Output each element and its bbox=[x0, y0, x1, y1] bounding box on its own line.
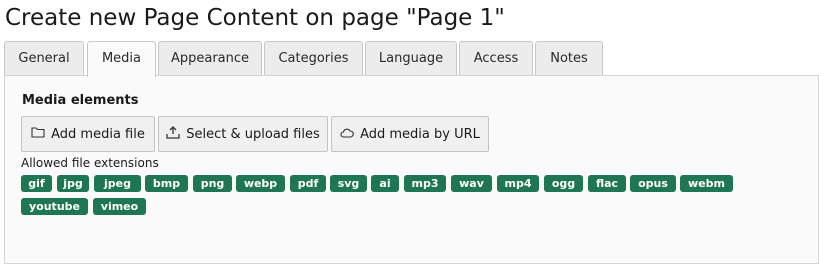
allowed-extensions-label: Allowed file extensions bbox=[21, 156, 159, 170]
tab-media[interactable]: Media bbox=[87, 41, 156, 77]
tab-language[interactable]: Language bbox=[365, 41, 457, 75]
folder-icon bbox=[31, 126, 45, 142]
extension-badge: webm bbox=[680, 175, 733, 192]
media-elements-label: Media elements bbox=[22, 93, 139, 108]
tab-appearance[interactable]: Appearance bbox=[158, 41, 262, 75]
extension-badge: jpg bbox=[57, 175, 89, 192]
upload-icon bbox=[166, 125, 180, 143]
panel-bottom-divider bbox=[4, 263, 819, 264]
extension-badge: wav bbox=[451, 175, 492, 192]
extension-badge: vimeo bbox=[93, 198, 146, 215]
tab-access[interactable]: Access bbox=[459, 41, 533, 75]
extension-badge: jpeg bbox=[94, 175, 141, 192]
extension-badge: gif bbox=[21, 175, 52, 192]
extension-badge: svg bbox=[330, 175, 367, 192]
extension-badge: ogg bbox=[544, 175, 583, 192]
extension-badge: mp3 bbox=[404, 175, 446, 192]
page-title: Create new Page Content on page "Page 1" bbox=[5, 5, 505, 31]
select-upload-files-button[interactable]: Select & upload files bbox=[158, 116, 328, 152]
extension-badge: png bbox=[193, 175, 232, 192]
add-by-url-label: Add media by URL bbox=[360, 126, 480, 142]
extension-badge: opus bbox=[630, 175, 676, 192]
extension-badge: bmp bbox=[145, 175, 188, 192]
cloud-icon bbox=[340, 127, 354, 142]
extension-badge: mp4 bbox=[497, 175, 539, 192]
add-media-file-label: Add media file bbox=[51, 126, 145, 142]
extension-badge: webp bbox=[236, 175, 285, 192]
extension-badge: pdf bbox=[290, 175, 326, 192]
add-media-by-url-button[interactable]: Add media by URL bbox=[331, 116, 489, 152]
tab-general[interactable]: General bbox=[4, 41, 84, 75]
select-upload-label: Select & upload files bbox=[186, 126, 320, 142]
tab-categories[interactable]: Categories bbox=[264, 41, 363, 75]
extension-badge: flac bbox=[588, 175, 626, 192]
extension-badge: youtube bbox=[21, 198, 88, 215]
extension-badge: ai bbox=[371, 175, 399, 192]
add-media-file-button[interactable]: Add media file bbox=[21, 116, 155, 152]
tab-notes[interactable]: Notes bbox=[535, 41, 603, 75]
media-panel: Media elements Add media file Select & u… bbox=[4, 75, 819, 264]
